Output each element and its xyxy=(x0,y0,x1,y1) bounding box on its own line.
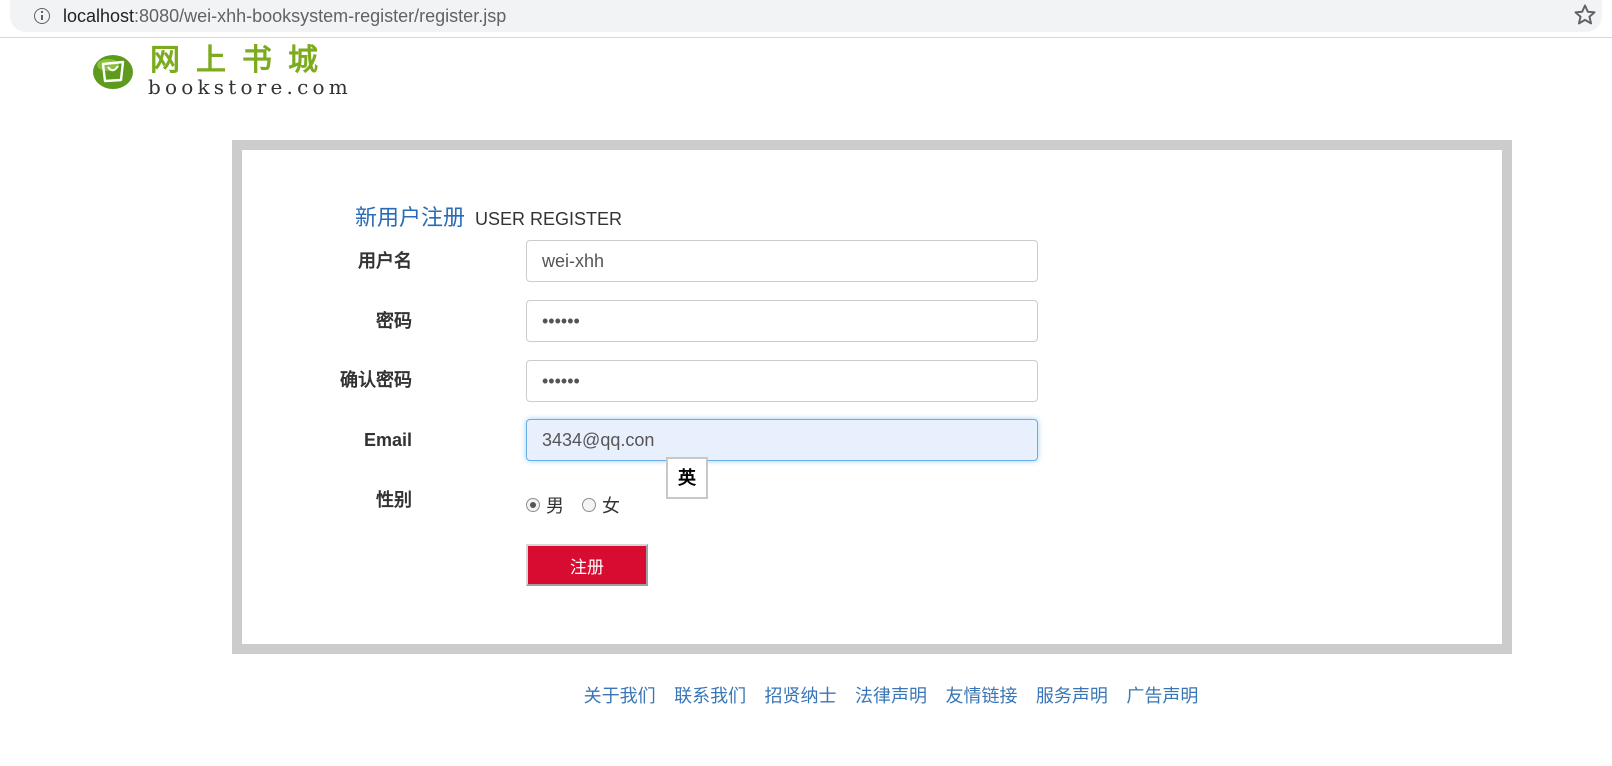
password-input[interactable] xyxy=(526,300,1038,342)
register-panel: 新用户注册 USER REGISTER 用户名 密码 确认密码 Email 英 性… xyxy=(232,140,1512,654)
ime-mode-indicator: 英 xyxy=(666,457,708,499)
bookmark-star-icon[interactable] xyxy=(1572,2,1598,28)
gender-male-radio[interactable] xyxy=(526,498,540,512)
url-text[interactable]: localhost:8080/wei-xhh-booksystem-regist… xyxy=(63,5,506,27)
email-label: Email xyxy=(363,430,412,450)
username-input[interactable] xyxy=(526,240,1038,282)
browser-address-bar: localhost:8080/wei-xhh-booksystem-regist… xyxy=(0,0,1612,38)
logo-english-text: bookstore.com xyxy=(148,75,352,99)
register-title-cn: 新用户注册 xyxy=(355,205,466,230)
email-input[interactable] xyxy=(526,419,1038,461)
gender-female-label[interactable]: 女 xyxy=(602,492,620,518)
password-label: 密码 xyxy=(376,311,412,331)
footer-link-legal[interactable]: 法律声明 xyxy=(855,682,927,708)
footer-link-careers[interactable]: 招贤纳士 xyxy=(765,682,837,708)
gender-female-radio[interactable] xyxy=(582,498,596,512)
footer-link-ads[interactable]: 广告声明 xyxy=(1126,682,1198,708)
gender-label: 性别 xyxy=(376,490,412,510)
footer-link-friends[interactable]: 友情链接 xyxy=(945,682,1017,708)
register-title-en: USER REGISTER xyxy=(475,209,623,229)
url-path: :8080/wei-xhh-booksystem-register/regist… xyxy=(134,6,507,26)
confirm-password-input[interactable] xyxy=(526,360,1038,402)
confirm-password-label: 确认密码 xyxy=(340,370,412,390)
footer-link-contact[interactable]: 联系我们 xyxy=(674,682,746,708)
site-logo[interactable]: 网上书城 bookstore.com xyxy=(92,43,348,100)
footer-link-about[interactable]: 关于我们 xyxy=(584,682,656,708)
register-title: 新用户注册 USER REGISTER xyxy=(355,200,622,232)
url-host: localhost xyxy=(63,6,135,26)
footer-link-service[interactable]: 服务声明 xyxy=(1036,682,1108,708)
footer-links: 关于我们 联系我们 招贤纳士 法律声明 友情链接 服务声明 广告声明 xyxy=(0,682,1612,708)
logo-chinese-text: 网上书城 xyxy=(150,43,334,78)
site-info-icon[interactable] xyxy=(34,8,50,24)
gender-male-label[interactable]: 男 xyxy=(546,492,564,518)
register-submit-button[interactable]: 注册 xyxy=(526,544,648,586)
username-label: 用户名 xyxy=(358,251,412,271)
url-field[interactable]: localhost:8080/wei-xhh-booksystem-regist… xyxy=(10,0,1602,32)
bookstore-logo-icon xyxy=(93,55,133,89)
gender-radio-group: 男女 xyxy=(526,492,638,516)
